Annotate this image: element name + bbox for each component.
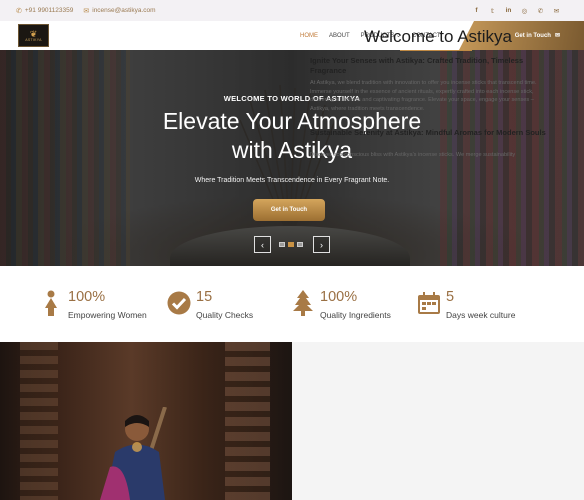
tree-icon [290,288,316,318]
temple-pillar [225,342,270,500]
temple-pillar [20,342,58,500]
stat-empowering-women: 100% Empowering Women [38,288,147,320]
stat-label: Empowering Women [68,310,147,320]
whatsapp-icon[interactable]: ✆ [537,7,544,15]
about-photo [0,342,292,500]
calendar-icon [416,288,442,318]
email-contact[interactable]: ✉ incense@astikya.com [83,7,155,15]
slider-dots [279,242,303,247]
linkedin-icon[interactable]: in [505,7,512,14]
email-icon[interactable]: ✉ [553,7,560,15]
phone-text: +91 9901123359 [24,7,74,14]
phone-icon: ✆ [16,7,22,15]
logo-mark-icon: ❦ [29,28,38,39]
about-paragraph-2: Discover eco-conscious bliss with Astiky… [310,152,516,158]
check-circle-icon [166,288,192,318]
stat-value: 100% [68,289,106,305]
slider-dot-active[interactable] [288,242,294,247]
logo-text: ASTIKYA [25,37,42,42]
woman-icon [38,288,64,318]
slider-dot[interactable] [279,242,285,247]
about-heading-1: Ignite Your Senses with Astikya: Crafted… [310,56,524,75]
stat-label: Quality Ingredients [320,310,391,320]
slider-prev-arrow-icon[interactable]: ‹ [254,236,271,253]
envelope-icon: ✉ [83,7,90,15]
hero-get-in-touch-button[interactable]: Get in Touch [253,199,325,221]
slider-dot[interactable] [297,242,303,247]
title-underline [400,50,472,51]
email-text: incense@astikya.com [92,7,156,14]
stat-label: Days week culture [446,310,516,320]
instagram-icon[interactable]: ◎ [521,7,528,15]
woman-with-veena-illustration [100,407,167,500]
stat-value: 5 [446,289,455,305]
stat-label: Quality Checks [196,310,254,320]
facebook-icon[interactable]: f [473,7,480,14]
stat-quality-ingredients: 100% Quality Ingredients [290,288,391,320]
about-title: Welcome to Astikya [363,27,513,46]
stat-quality-checks: 15 Quality Checks [166,288,253,320]
stats-section: 100% Empowering Women 15 Quality Checks … [0,266,584,342]
stat-value: 100% [320,289,358,305]
about-section [0,342,584,500]
about-heading-2: Sustainable Serenity at Astikya: Mindful… [310,128,546,137]
logo[interactable]: ❦ ASTIKYA [18,24,49,47]
hero-subtitle: Where Tradition Meets Transcendence in E… [194,177,390,184]
stat-value: 15 [196,289,213,305]
top-bar: ✆ +91 9901123359 ✉ incense@astikya.com f… [0,0,584,21]
phone-contact[interactable]: ✆ +91 9901123359 [16,7,73,15]
slider-next-arrow-icon[interactable]: › [313,236,330,253]
about-paragraph-1: At Astikya, we blend tradition with inno… [310,80,537,112]
twitter-icon[interactable]: 𝕥 [489,7,496,15]
social-links: f 𝕥 in ◎ ✆ ✉ [473,0,560,21]
stat-days-week-culture: 5 Days week culture [416,288,515,320]
